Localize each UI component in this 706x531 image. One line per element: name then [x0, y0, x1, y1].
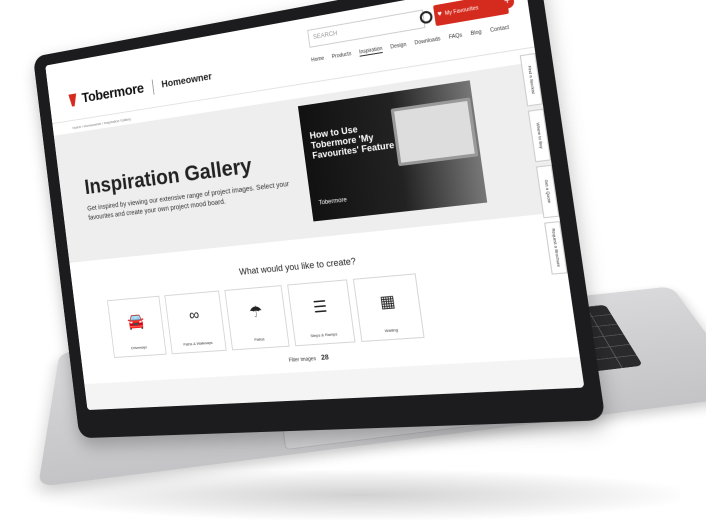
heart-icon: ♥ — [437, 10, 443, 19]
logo-text: Tobermore — [80, 80, 145, 107]
video-card[interactable]: How to Use Tobermore 'My Favourites' Fea… — [297, 80, 488, 222]
category-steps[interactable]: ☰ Steps & Ramps — [287, 279, 356, 347]
category-label: Paths & Walkways — [183, 339, 213, 347]
car-icon: 🚘 — [126, 313, 146, 331]
video-brand: Tobermore — [318, 197, 348, 207]
logo-section: Homeowner — [160, 71, 213, 91]
category-label: Patios — [253, 336, 265, 342]
search-icon[interactable] — [419, 10, 434, 25]
category-paths[interactable]: ∞ Paths & Walkways — [164, 290, 227, 355]
nav-item-home[interactable]: Home — [311, 56, 325, 65]
nav-item-contact[interactable]: Contact — [490, 25, 510, 36]
laptop-lid: Tobermore Homeowner SEARCH ♥ My Favourit… — [32, 0, 606, 439]
laptop-screen: Tobermore Homeowner SEARCH ♥ My Favourit… — [45, 0, 585, 411]
steps-icon: ☰ — [312, 298, 329, 317]
filter-count: 28 — [320, 354, 330, 362]
nav-item-faqs[interactable]: FAQs — [448, 32, 462, 41]
wall-icon: ▦ — [378, 292, 397, 312]
nav-item-design[interactable]: Design — [390, 42, 407, 52]
video-title: How to Use Tobermore 'My Favourites' Fea… — [309, 124, 404, 161]
filter-label: Filter images — [288, 356, 317, 364]
favourites-label: My Favourites — [444, 4, 479, 18]
laptop-mockup-scene: Tobermore Homeowner SEARCH ♥ My Favourit… — [0, 0, 706, 531]
floor-shadow — [40, 470, 680, 520]
logo-divider — [151, 79, 155, 95]
nav-item-downloads[interactable]: Downloads — [414, 36, 441, 48]
monitor-illustration — [390, 97, 479, 167]
category-label: Driveways — [130, 344, 148, 351]
nav-item-blog[interactable]: Blog — [470, 29, 482, 38]
category-label: Steps & Ramps — [310, 331, 338, 339]
favourites-button[interactable]: ♥ My Favourites — [433, 0, 510, 27]
category-list: 🚘 Driveways ∞ Paths & Walkways ☂ Patios … — [106, 273, 425, 359]
category-patios[interactable]: ☂ Patios — [224, 285, 290, 351]
logo[interactable]: Tobermore Homeowner — [68, 69, 213, 109]
nav-item-inspiration[interactable]: Inspiration — [358, 45, 383, 57]
category-walling[interactable]: ▦ Walling — [352, 273, 425, 342]
footprints-icon: ∞ — [188, 306, 201, 325]
category-driveways[interactable]: 🚘 Driveways — [106, 295, 167, 359]
tab-request-brochure[interactable]: Request a Brochure — [544, 221, 568, 275]
category-label: Walling — [384, 327, 399, 334]
nav-item-products[interactable]: Products — [332, 51, 352, 61]
logo-mark-icon — [68, 93, 78, 107]
patio-icon: ☂ — [248, 303, 264, 322]
